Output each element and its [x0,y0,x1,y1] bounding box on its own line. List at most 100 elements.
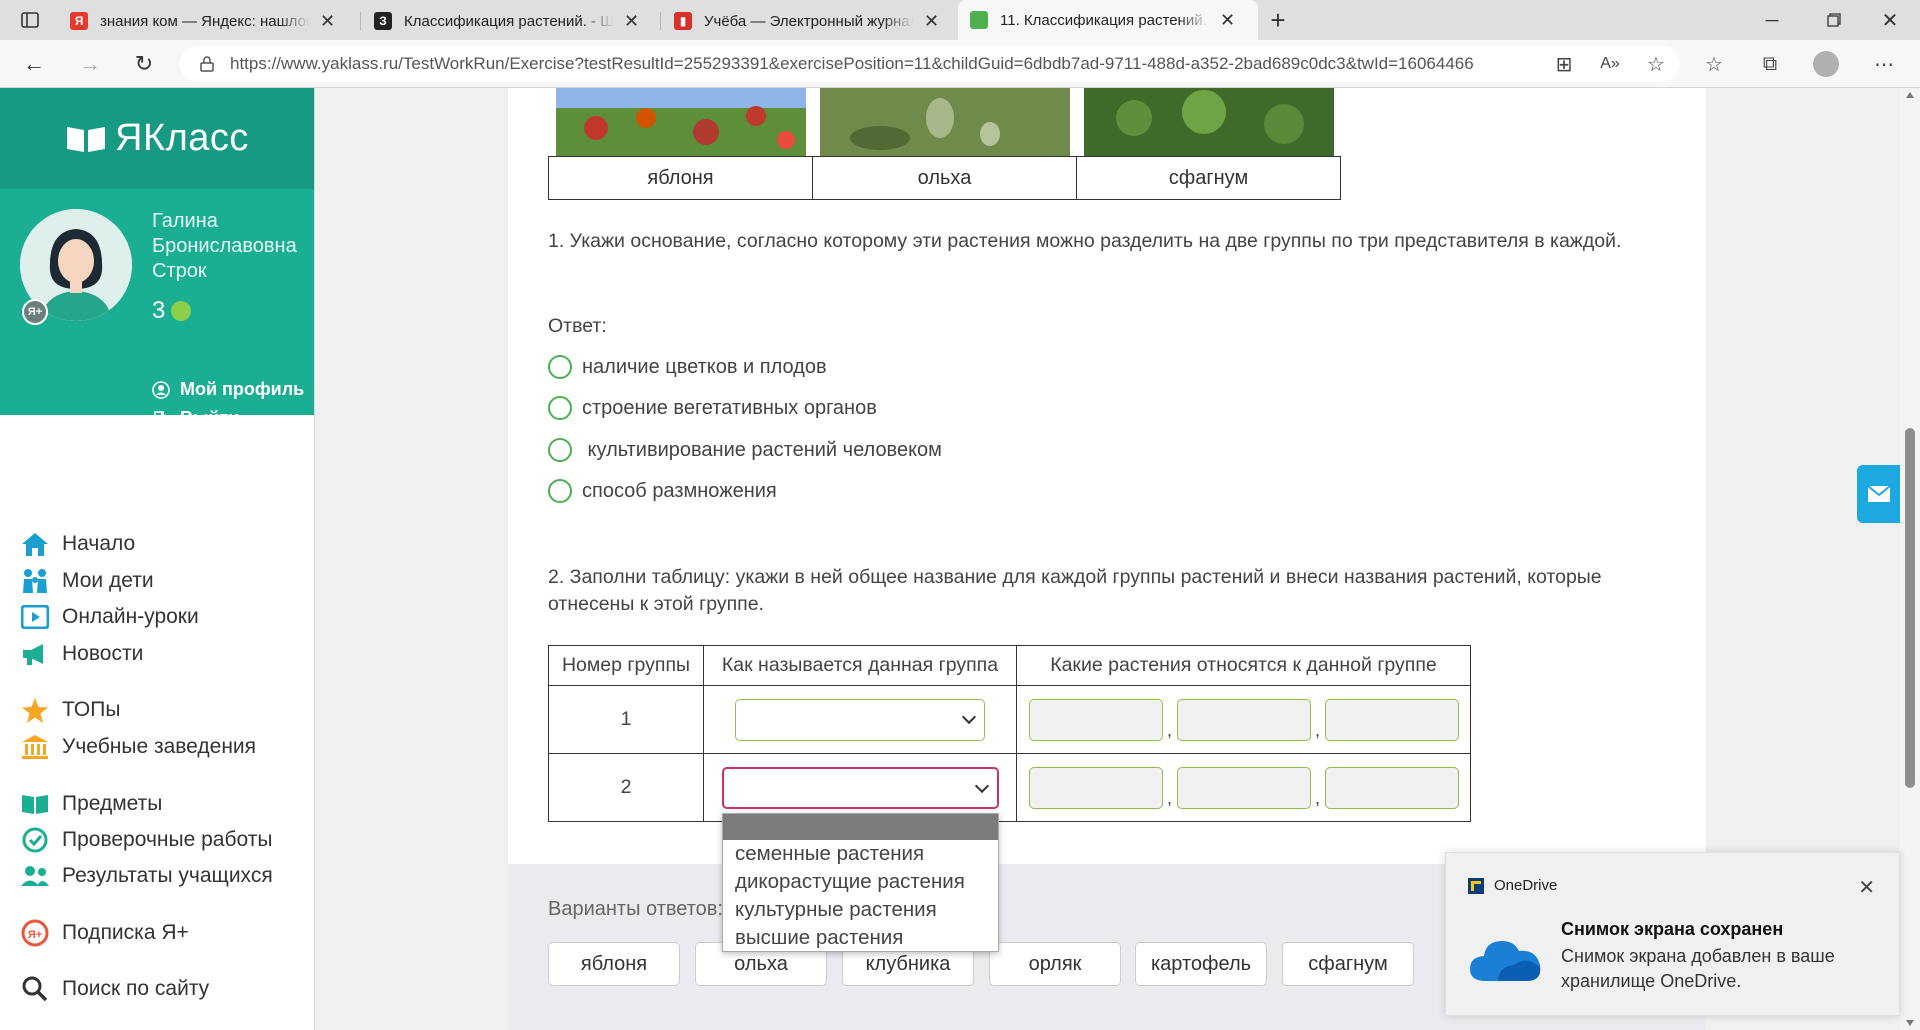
plant-drop-field[interactable] [1176,698,1311,741]
radio-option-label: способ размножения [582,479,777,502]
variant-chip[interactable]: сфагнум [1282,942,1414,986]
dropdown-option[interactable]: дикорастущие растения [723,868,998,896]
url-input[interactable]: https://www.yaklass.ru/TestWorkRun/Exerc… [180,46,1680,82]
lock-icon[interactable] [200,56,214,72]
variant-chip[interactable]: орляк [989,942,1121,986]
user-profile-panel: Я+ Галина Брониславовна Строк 3 Мой проф… [0,189,314,428]
new-tab-icon[interactable]: + [1262,4,1294,36]
close-tab-icon[interactable]: ✕ [624,11,639,32]
variant-chip[interactable]: картофель [1135,942,1267,986]
forward-icon[interactable]: → [74,48,106,80]
radio-option[interactable]: строение вегетативных органов [548,396,877,420]
reload-icon[interactable]: ↻ [128,48,160,80]
more-menu-icon[interactable]: ⋯ [1870,50,1898,78]
app-view-icon[interactable]: ⊞ [1550,50,1578,78]
home-icon [20,529,50,559]
table-header: Какие растения относятся к данной группе [1016,645,1471,686]
address-bar: ← → ↻ https://www.yaklass.ru/TestWorkRun… [0,40,1920,88]
mail-icon [1866,485,1891,502]
group-name-select[interactable] [721,766,999,809]
plant-drop-field[interactable] [1176,766,1311,809]
collections-icon[interactable]: ⧉ [1756,50,1784,78]
sidebar-item-subscription[interactable]: Я+ Подписка Я+ [20,918,189,948]
school-icon [20,732,50,762]
sidebar-item-tests[interactable]: Проверочные работы [20,825,272,855]
radio-circle-icon[interactable] [548,355,572,379]
chevron-down-icon [961,709,977,724]
sidebar-item-online-lessons[interactable]: Онлайн-уроки [20,602,199,632]
sidebar-item-label: Поиск по сайту [62,977,210,1000]
radio-option[interactable]: способ размножения [548,479,777,503]
back-icon[interactable]: ← [18,48,50,80]
user-name: Галина Брониславовна Строк [152,209,312,284]
yaklass-icon [970,11,988,29]
restore-icon[interactable] [1818,4,1850,36]
my-profile-link[interactable]: Мой профиль [152,379,304,400]
close-tab-icon[interactable]: ✕ [924,11,939,32]
video-lesson-icon [20,602,50,632]
alder-image [820,88,1070,156]
users-icon [20,861,50,891]
gem-icon [171,301,192,321]
tab-yandex[interactable]: Я знания ком — Яндекс: нашлось ✕ [58,4,358,38]
feedback-button[interactable] [1857,465,1900,523]
yandex-icon: Я [70,12,88,30]
notification-app-name: OneDrive [1494,877,1558,894]
user-name-line: Строк [152,260,207,282]
plant-drop-field[interactable] [1324,766,1459,809]
close-window-icon[interactable]: ✕ [1874,4,1906,36]
scroll-up-icon[interactable] [1906,92,1914,98]
dropdown-option[interactable]: высшие растения [723,924,998,952]
scroll-down-icon[interactable] [1906,1020,1914,1026]
tab-journal[interactable]: ▮ Учёба — Электронный журнал ✕ [662,4,962,38]
tab-znanija[interactable]: З Классификация растений. - Шк ✕ [362,4,662,38]
table-header: Как называется данная группа [703,645,1017,686]
radio-circle-icon[interactable] [548,438,572,462]
scrollbar-thumb[interactable] [1905,428,1915,788]
scrollbar[interactable] [1900,88,1920,1030]
sidebar-item-tops[interactable]: ТОПы [20,695,120,725]
plant-drop-field[interactable] [1028,766,1163,809]
dropdown-empty-option[interactable] [723,814,998,840]
logout-link[interactable]: Выйти [152,408,239,429]
sidebar-item-label: Предметы [62,792,163,815]
radio-circle-icon[interactable] [548,479,572,503]
sidebar-item-news[interactable]: Новости [20,639,143,669]
close-icon[interactable]: ✕ [1858,875,1875,900]
radio-circle-icon[interactable] [548,396,572,420]
favorites-icon[interactable]: ☆ [1700,50,1728,78]
my-profile-label: Мой профиль [180,379,305,399]
sidebar-item-search[interactable]: Поиск по сайту [20,974,209,1004]
plants-cell: ,, [1016,753,1471,822]
sidebar-item-home[interactable]: Начало [20,529,135,559]
read-aloud-icon[interactable]: A» [1596,50,1624,78]
plant-drop-field[interactable] [1028,698,1163,741]
answer-table: Номер группы Как называется данная групп… [548,645,1471,822]
yaplus-badge-icon: Я+ [22,299,48,325]
minimize-icon[interactable]: ─ [1756,4,1788,36]
sidebar-item-subjects[interactable]: Предметы [20,789,162,819]
site-logo[interactable]: ЯКласс [0,88,314,189]
sidebar: ЯКласс Я+ Галина Брониславовна Строк 3 М… [0,88,315,1030]
profile-icon [152,380,170,399]
add-favorite-icon[interactable]: ☆ [1642,50,1670,78]
plant-drop-field[interactable] [1324,698,1459,741]
tab-yaklass[interactable]: 11. Классификация растений. Зи ✕ [958,0,1258,40]
notification-title: Снимок экрана сохранен [1561,919,1784,939]
sidebar-item-results[interactable]: Результаты учащихся [20,861,273,891]
group-name-select[interactable] [735,698,985,741]
sidebar-item-schools[interactable]: Учебные заведения [20,732,256,762]
sidebar-item-children[interactable]: Мои дети [20,566,154,596]
tab-actions-icon[interactable] [14,4,46,36]
onedrive-cloud-icon [1470,941,1541,981]
dropdown-option[interactable]: культурные растения [723,896,998,924]
radio-option[interactable]: наличие цветков и плодов [548,355,827,379]
variant-chip[interactable]: яблоня [548,942,680,986]
yaplus-icon: Я+ [20,918,50,948]
profile-avatar-icon[interactable] [1812,50,1840,78]
close-tab-icon[interactable]: ✕ [1220,10,1235,31]
dropdown-option[interactable]: семенные растения [723,840,998,868]
logout-icon [154,410,166,427]
radio-option[interactable]: культивирование растений человеком [548,438,942,462]
close-tab-icon[interactable]: ✕ [320,11,335,32]
